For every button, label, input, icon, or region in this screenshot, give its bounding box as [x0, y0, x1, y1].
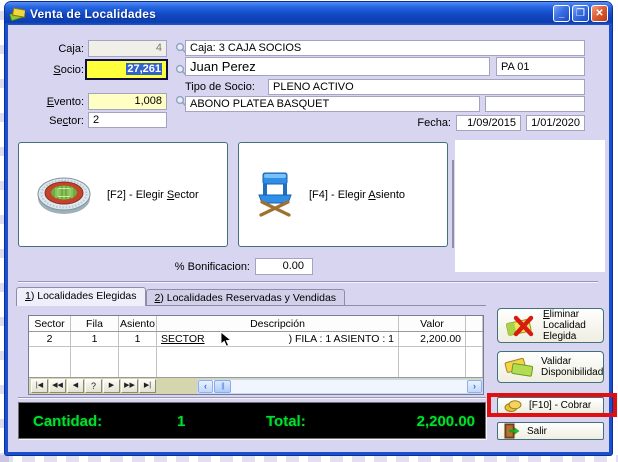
- stadium-icon: [35, 170, 93, 220]
- tab-localidades-reservadas[interactable]: 2) Localidades Reservadas y Vendidas: [146, 289, 346, 306]
- socio-codigo-field: PA 01: [496, 57, 585, 76]
- cell-fila[interactable]: 1: [71, 332, 119, 346]
- scroll-thumb[interactable]: |||: [214, 380, 231, 393]
- total-value: 2,200.00: [417, 413, 475, 430]
- evento-desc-field: ABONO PLATEA BASQUET: [185, 96, 480, 112]
- validar-line1: Validar: [541, 356, 571, 367]
- caja-info-field: Caja: 3 CAJA SOCIOS: [185, 40, 585, 56]
- socio-label: Socio:: [16, 64, 84, 76]
- window-title: Venta de Localidades: [30, 7, 551, 21]
- scroll-right-arrow[interactable]: ›: [467, 380, 482, 393]
- socio-field[interactable]: 27,261: [85, 59, 168, 80]
- cell-asiento[interactable]: 1: [119, 332, 157, 346]
- grid-empty-rows: [29, 347, 483, 377]
- fecha-hasta-field: 1/01/2020: [526, 115, 585, 131]
- col-valor[interactable]: Valor: [399, 316, 466, 331]
- panel-divider-line: [452, 160, 454, 248]
- eliminar-line1: Eliminar: [543, 309, 579, 320]
- bonificacion-label: % Bonificacion:: [158, 261, 250, 273]
- grid-header-row: Sector Fila Asiento Descripción Valor: [29, 316, 483, 332]
- nav-next-button[interactable]: ▶: [103, 379, 120, 393]
- mouse-cursor: [220, 331, 234, 348]
- cell-descripcion[interactable]: SECTOR ) FILA : 1 ASIENTO : 1: [157, 332, 399, 346]
- caja-label: Caja:: [16, 43, 84, 55]
- sector-field[interactable]: 2: [88, 112, 167, 128]
- close-button[interactable]: ✕: [591, 5, 608, 22]
- tab-localidades-elegidas[interactable]: 1) Localidades Elegidas: [16, 287, 146, 306]
- eliminar-line2: Localidad: [543, 320, 586, 331]
- app-window: Venta de Localidades _ ❐ ✕ Caja: 4 Socio…: [5, 2, 612, 455]
- nav-last-button[interactable]: ▶|: [139, 379, 156, 393]
- col-descripcion[interactable]: Descripción: [157, 316, 399, 331]
- nav-prev-button[interactable]: ◀: [67, 379, 84, 393]
- nav-fast-back-button[interactable]: ◀◀: [49, 379, 66, 393]
- cantidad-value: 1: [177, 413, 185, 430]
- caja-field[interactable]: 4: [88, 40, 167, 57]
- validar-line2: Disponibilidad: [541, 367, 603, 378]
- elegir-asiento-button[interactable]: [F4] - Elegir Asiento: [238, 142, 448, 247]
- fecha-label: Fecha:: [388, 117, 451, 129]
- divider-bottom: [18, 397, 486, 399]
- scroll-left-arrow[interactable]: ‹: [198, 380, 213, 393]
- elegir-sector-button[interactable]: [F2] - Elegir Sector: [18, 142, 228, 247]
- maximize-button[interactable]: ❐: [572, 5, 589, 22]
- tipo-socio-label: Tipo de Socio:: [185, 81, 263, 93]
- sector-label: Sector:: [16, 115, 84, 127]
- evento-extra-field: [485, 96, 585, 112]
- fecha-desde-field: 1/09/2015: [456, 115, 521, 131]
- titlebar[interactable]: Venta de Localidades _ ❐ ✕: [5, 2, 612, 25]
- col-asiento[interactable]: Asiento: [119, 316, 157, 331]
- nav-first-button[interactable]: |◀: [31, 379, 48, 393]
- tickets-check-icon: [504, 354, 534, 380]
- col-fila[interactable]: Fila: [71, 316, 119, 331]
- elegir-sector-label: [F2] - Elegir Sector: [107, 189, 199, 201]
- nav-search-button[interactable]: ?: [85, 379, 102, 393]
- cell-valor[interactable]: 2,200.00: [399, 332, 466, 346]
- evento-label: Evento:: [16, 96, 84, 108]
- tipo-socio-field: PLENO ACTIVO: [268, 79, 585, 95]
- salir-label: Salir: [527, 426, 547, 437]
- grid-row[interactable]: 2 1 1 SECTOR ) FILA : 1 ASIENTO : 1 2,20…: [29, 332, 483, 347]
- nav-fast-forward-button[interactable]: ▶▶: [121, 379, 138, 393]
- preview-panel: [455, 140, 605, 272]
- delete-ticket-icon: [504, 312, 536, 340]
- salir-button[interactable]: Salir: [497, 422, 604, 440]
- bonificacion-field[interactable]: 0.00: [255, 258, 313, 275]
- localidades-grid: Sector Fila Asiento Descripción Valor 2 …: [28, 315, 484, 395]
- app-tickets-icon: [9, 6, 25, 21]
- socio-nombre-field: Juan Perez: [185, 57, 490, 76]
- totals-bar: Cantidad: 1 Total: 2,200.00: [18, 402, 486, 439]
- cell-sector[interactable]: 2: [29, 332, 71, 346]
- grid-hscrollbar[interactable]: ‹ ||| ›: [197, 379, 483, 394]
- eliminar-line3: Elegida: [543, 331, 576, 342]
- chair-icon: [255, 172, 295, 218]
- eliminar-localidad-button[interactable]: Eliminar Localidad Elegida: [497, 308, 604, 343]
- tab-strip: 1) Localidades Elegidas 2) Localidades R…: [16, 287, 345, 306]
- cantidad-label: Cantidad:: [33, 413, 102, 430]
- watermark-bottom: [0, 455, 618, 462]
- elegir-asiento-label: [F4] - Elegir Asiento: [309, 189, 405, 201]
- annotation-highlight-rect: [487, 393, 617, 417]
- evento-field[interactable]: 1,008: [88, 93, 167, 110]
- grid-navigator: |◀ ◀◀ ◀ ? ▶ ▶▶ ▶| ‹ ||| ›: [29, 377, 483, 394]
- total-label: Total:: [266, 413, 306, 430]
- validar-disponibilidad-button[interactable]: Validar Disponibilidad: [497, 351, 604, 383]
- desktop: Venta de Localidades _ ❐ ✕ Caja: 4 Socio…: [0, 0, 618, 462]
- col-stub: [466, 316, 483, 331]
- col-sector[interactable]: Sector: [29, 316, 71, 331]
- divider-top: [18, 281, 598, 283]
- minimize-button[interactable]: _: [553, 5, 570, 22]
- client-area: Caja: 4 Socio: 27,261 Evento: 1,008 Sect…: [8, 25, 609, 452]
- exit-door-icon: [504, 423, 520, 439]
